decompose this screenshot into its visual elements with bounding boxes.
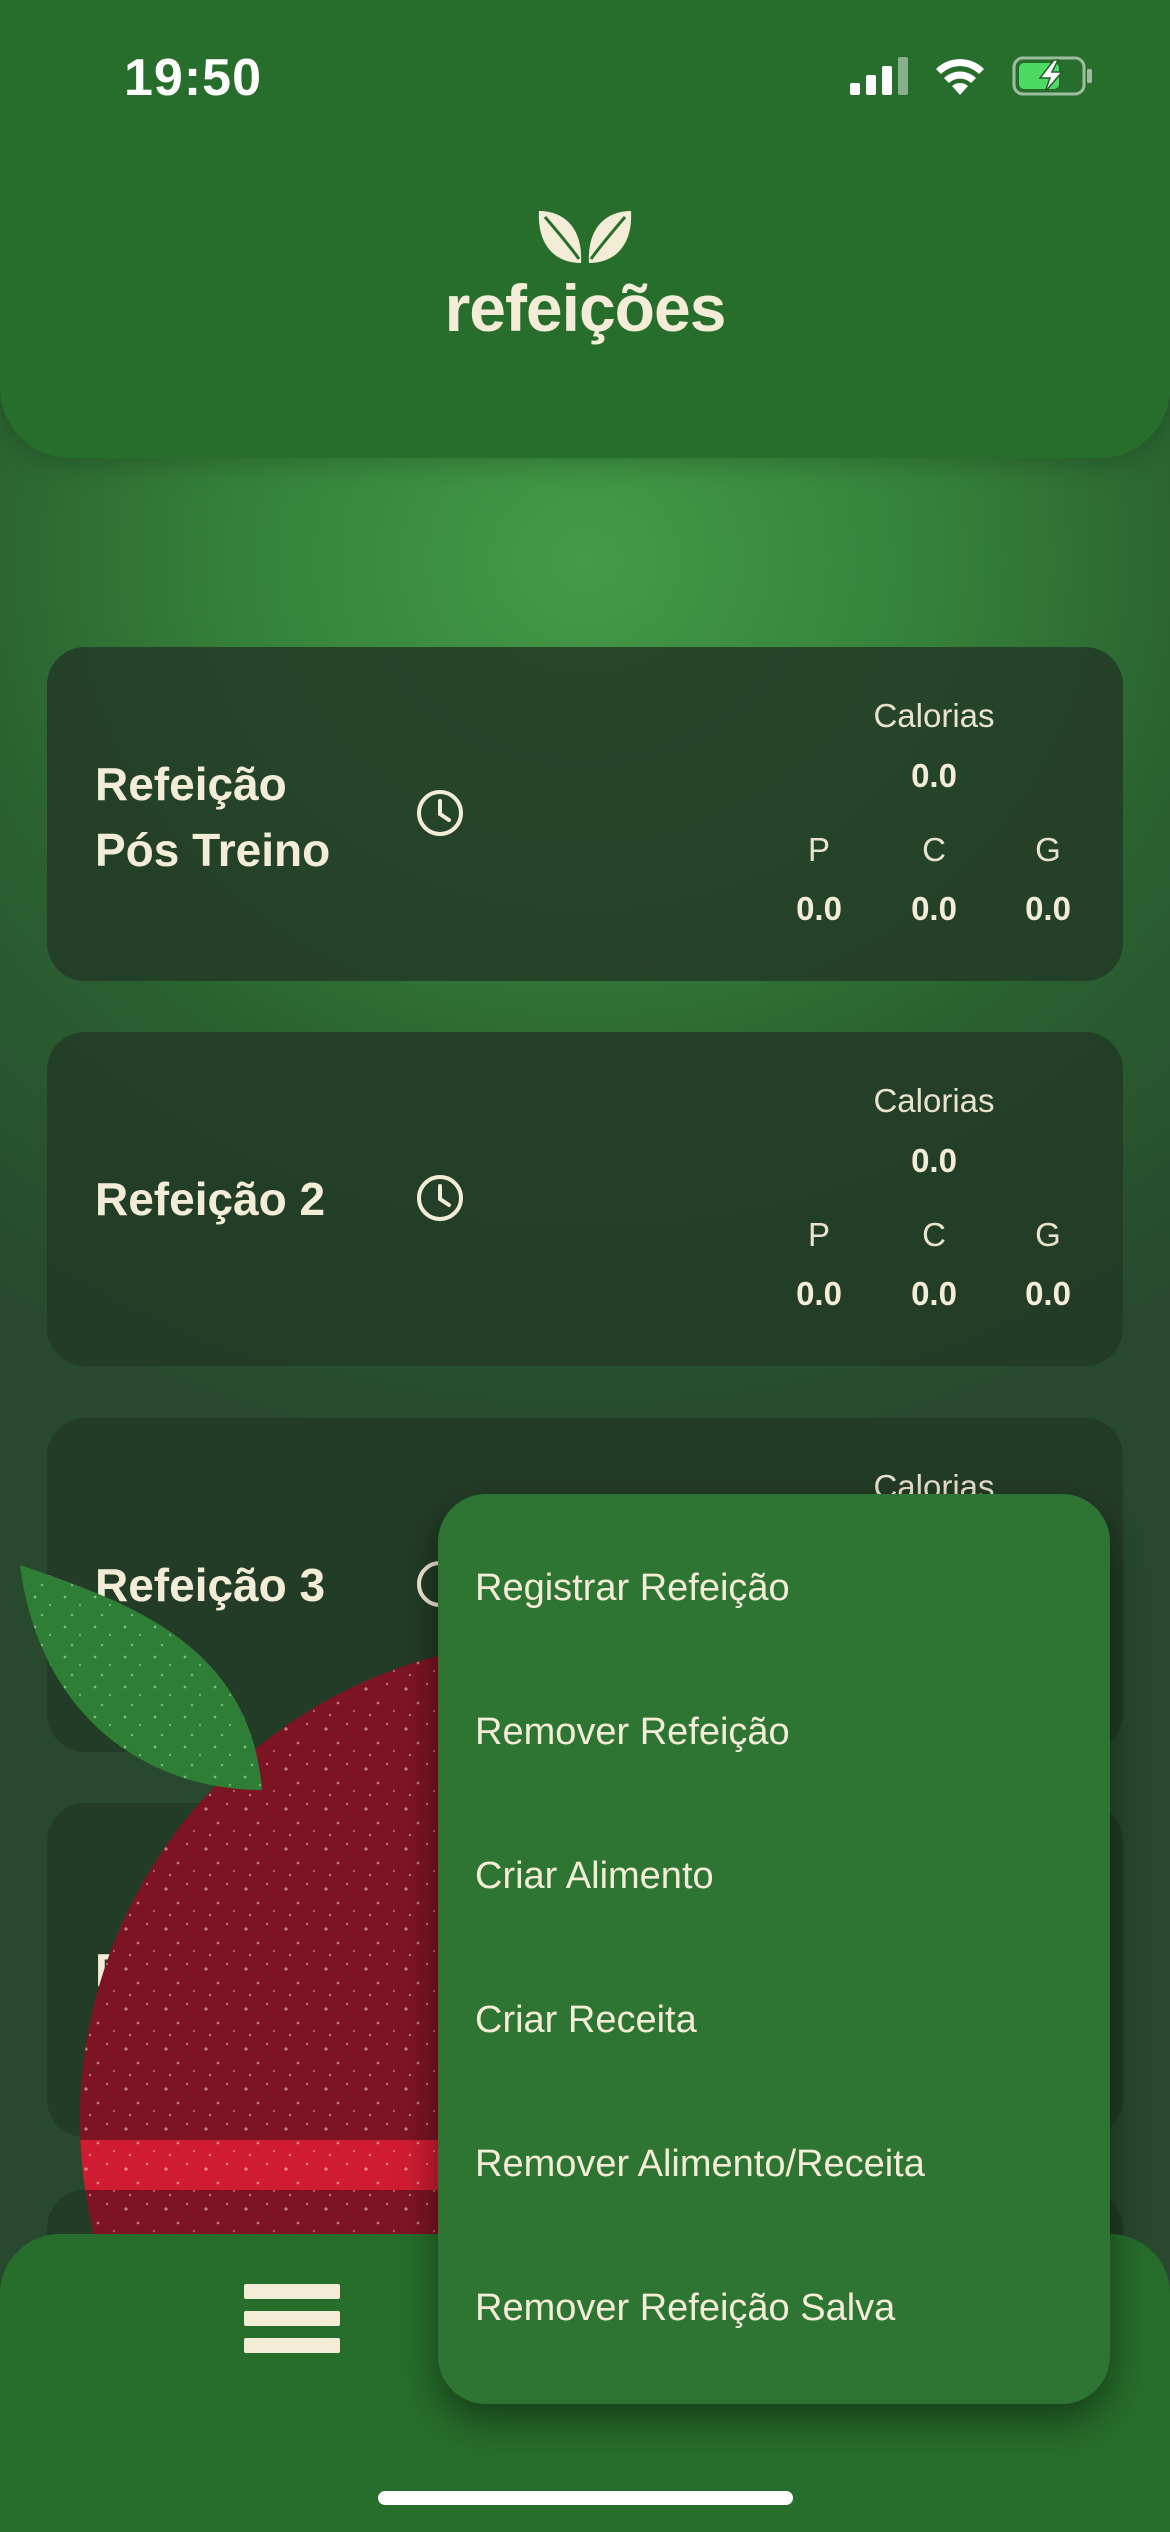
menu-item-remover-refeicao[interactable]: Remover Refeição (475, 1702, 790, 1762)
meal-title: Refeição (95, 758, 287, 810)
menu-item-registrar-refeicao[interactable]: Registrar Refeição (475, 1558, 790, 1618)
meal-title: Refeição 2 (95, 1173, 326, 1225)
meal-title-line2: Pós Treino (95, 824, 331, 876)
status-time: 19:50 (124, 49, 262, 107)
cellular-signal-icon (850, 57, 908, 95)
fat-value: 0.0 (1025, 1275, 1071, 1312)
actions-menu: Registrar Refeição Remover Refeição Cria… (438, 1494, 1110, 2404)
calories-value: 0.0 (911, 757, 957, 794)
calories-label: Calorias (873, 697, 995, 734)
menu-item-remover-alimento-receita[interactable]: Remover Alimento/Receita (475, 2134, 925, 2194)
battery-charging-icon (1012, 56, 1092, 96)
leaves-icon (538, 211, 632, 263)
calories-value: 0.0 (911, 1142, 957, 1179)
wifi-icon (936, 59, 984, 95)
calories-label: Calorias (873, 1082, 995, 1119)
fat-label: G (1035, 831, 1061, 868)
menu-item-criar-alimento[interactable]: Criar Alimento (475, 1846, 714, 1906)
fat-value: 0.0 (1025, 890, 1071, 927)
meal-title: Refeição 3 (95, 1559, 326, 1611)
meal-card[interactable]: Refeição 2 Calorias 0.0 P C G 0.0 0.0 0.… (47, 1032, 1123, 1366)
status-icons (850, 56, 1094, 96)
clock-icon[interactable] (415, 788, 465, 838)
menu-item-remover-refeicao-salva[interactable]: Remover Refeição Salva (475, 2278, 895, 2338)
clock-icon[interactable] (415, 1173, 465, 1223)
hamburger-menu-icon[interactable] (244, 2284, 340, 2360)
meal-title: Refeição 4 (95, 1944, 326, 1996)
menu-item-criar-receita[interactable]: Criar Receita (475, 1990, 697, 2050)
meal-card[interactable]: Refeição Pós Treino Calorias 0.0 P C G 0… (47, 647, 1123, 981)
fat-label: G (1035, 1216, 1061, 1253)
home-indicator (378, 2491, 793, 2505)
app-logo-text: refeições (444, 271, 727, 345)
